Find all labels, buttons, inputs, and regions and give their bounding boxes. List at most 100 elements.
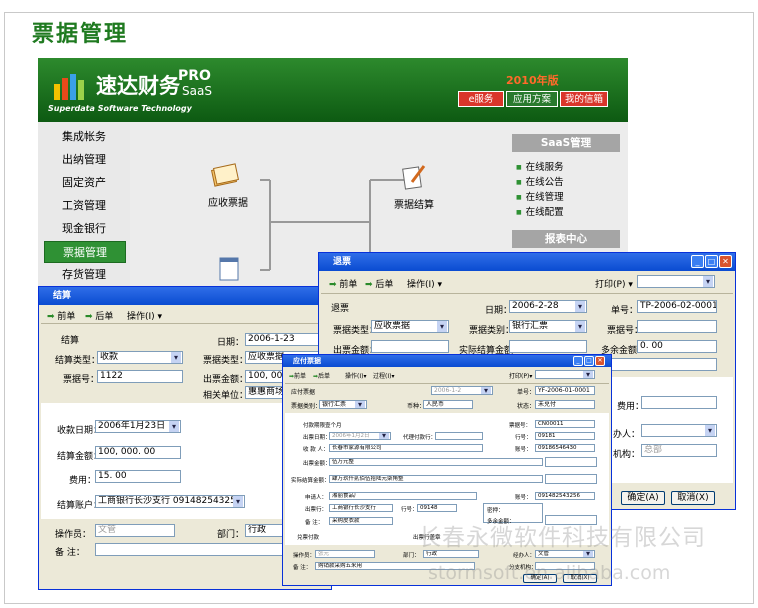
- payable-bank-input[interactable]: 工商银行长沙支行: [329, 504, 393, 512]
- saas-item-service[interactable]: 在线服务: [516, 159, 564, 173]
- payable-currency-input[interactable]: 人民币: [423, 400, 473, 409]
- minimize-icon[interactable]: _: [691, 255, 704, 268]
- nav-item-ledger[interactable]: 集成帐务: [38, 126, 130, 148]
- nav-item-cash-bank[interactable]: 现金银行: [38, 218, 130, 240]
- return-window-title: 退票: [319, 253, 735, 271]
- nav-item-cashier[interactable]: 出纳管理: [38, 149, 130, 171]
- payable-amount-label: 出票金额：: [303, 461, 331, 467]
- flow-node-settle[interactable]: 票据结算: [394, 196, 434, 211]
- maximize-icon[interactable]: □: [705, 255, 718, 268]
- solutions-button[interactable]: 应用方案: [506, 91, 558, 107]
- payable-window-title: 应付票据: [283, 355, 611, 367]
- return-no-input[interactable]: TP-2006-02-0001: [637, 300, 717, 313]
- payable-account2-input[interactable]: 091482543256: [535, 492, 595, 500]
- return-handler-label: 办人：: [613, 430, 641, 440]
- payable-bank-label: 出票行：: [305, 507, 328, 513]
- settle-next-button[interactable]: ➡ 后单: [85, 309, 113, 322]
- payable-status-input[interactable]: 未兑付: [535, 400, 595, 409]
- nav-item-fixed-assets[interactable]: 固定资产: [38, 172, 130, 194]
- bill-settle-icon[interactable]: [400, 162, 428, 190]
- return-ops-menu[interactable]: 操作(I) ▾: [407, 277, 442, 290]
- return-prev-button[interactable]: ➡ 前单: [329, 277, 357, 290]
- nav-item-bills[interactable]: 票据管理: [44, 241, 126, 263]
- payable-remark-label: 备 注：: [305, 520, 324, 526]
- saas-item-manage[interactable]: 在线管理: [516, 189, 564, 203]
- settle-bill-no-input[interactable]: 1122: [97, 370, 183, 383]
- return-date-input[interactable]: 2006-2-28: [509, 300, 587, 313]
- payable-account2-label: 账号：: [515, 495, 532, 501]
- return-fee-input[interactable]: [641, 396, 717, 409]
- payable-applicant-label: 申请人：: [305, 495, 328, 501]
- return-amount-input[interactable]: [371, 340, 449, 353]
- payable-ops-menu[interactable]: 操作(I)▾: [345, 371, 366, 380]
- payable-process-menu[interactable]: 过程(I)▾: [373, 371, 394, 380]
- payable-maximize-icon[interactable]: □: [584, 356, 594, 366]
- mailbox-button[interactable]: 我的信箱: [560, 91, 608, 107]
- payable-operator-input[interactable]: 张元: [315, 550, 375, 558]
- payable-bill-no-input[interactable]: CN00011: [535, 420, 595, 428]
- payable-prev-button[interactable]: ➡前单: [289, 371, 306, 380]
- saas-item-notice[interactable]: 在线公告: [516, 174, 564, 188]
- payable-next-button[interactable]: ➡后单: [313, 371, 330, 380]
- receivable-bill-icon[interactable]: [210, 162, 240, 188]
- payable-agent-bank-label: 代理付款行：: [403, 435, 437, 441]
- return-bill-no-input[interactable]: [637, 320, 717, 333]
- receive-date-input[interactable]: 2006年1月23日: [95, 420, 181, 433]
- payable-minimize-icon[interactable]: _: [573, 356, 583, 366]
- sidebar-nav: 集成帐务 出纳管理 固定资产 工资管理 现金银行 票据管理 存货管理: [38, 122, 130, 290]
- settle-account-select[interactable]: 工商银行长沙支行 091482543256: [95, 495, 245, 508]
- return-handler-select[interactable]: [641, 424, 717, 437]
- payable-print-select[interactable]: [535, 370, 595, 379]
- settle-fee-input[interactable]: 15. 00: [95, 470, 181, 483]
- payable-account-input[interactable]: 09186546430: [535, 444, 595, 452]
- settle-prev-button[interactable]: ➡ 前单: [47, 309, 75, 322]
- report-center-title[interactable]: 报表中心: [512, 230, 620, 248]
- settle-operator-input[interactable]: 文管: [95, 524, 175, 537]
- payable-row-no-input[interactable]: 09181: [535, 432, 595, 440]
- payable-remark-input[interactable]: 采购皮衣款: [329, 517, 393, 525]
- payable-issue-date-input[interactable]: 2006年1月2日: [329, 432, 391, 440]
- payable-row-no-label: 行号：: [515, 435, 532, 441]
- settle-operator-label: 操作员：: [55, 530, 92, 540]
- edition-label: 2010年版: [506, 74, 559, 87]
- payable-amount-input[interactable]: 伍万元整: [329, 458, 543, 466]
- payable-date-input[interactable]: 2006-1-2: [431, 386, 493, 395]
- return-actual-input[interactable]: [509, 340, 587, 353]
- payable-no-input[interactable]: YF-2006-01-0001: [535, 386, 595, 395]
- settle-unit-label: 相关单位：: [203, 391, 249, 401]
- payable-kind-label: 票据类别：: [291, 403, 322, 410]
- payable-agent-bank-input[interactable]: [435, 432, 483, 440]
- settle-sum-input[interactable]: 100, 000. 00: [95, 446, 181, 459]
- payable-close-icon[interactable]: ✕: [595, 356, 605, 366]
- saas-item-config[interactable]: 在线配置: [516, 204, 564, 218]
- notepad-icon[interactable]: [218, 256, 240, 282]
- nav-item-payroll[interactable]: 工资管理: [38, 195, 130, 217]
- settle-heading: 结算: [61, 336, 80, 346]
- return-date-label: 日期：: [485, 306, 513, 316]
- return-next-button[interactable]: ➡ 后单: [365, 277, 393, 290]
- return-bill-kind-select[interactable]: 银行汇票: [509, 320, 587, 333]
- return-ok-button[interactable]: 确定(A): [621, 491, 665, 505]
- payable-actual-input[interactable]: 肆万玖仟贰佰伍拾陆元柒角整: [329, 475, 543, 483]
- settle-type-label: 结算类型：: [55, 356, 101, 366]
- e-service-button[interactable]: e服务: [458, 91, 504, 107]
- payable-bank-no-input[interactable]: 09148: [417, 504, 457, 512]
- payable-kind-select[interactable]: 银行汇票: [319, 400, 367, 409]
- settle-type-select[interactable]: 收款: [97, 351, 183, 364]
- brand-name: 速达财务: [96, 74, 180, 98]
- return-print-menu[interactable]: 打印(P) ▾: [595, 277, 633, 290]
- return-cancel-button[interactable]: 取消(X): [671, 491, 715, 505]
- flow-node-receivable[interactable]: 应收票据: [208, 194, 248, 209]
- payable-applicant-input[interactable]: 湘丽食品厂: [329, 492, 477, 500]
- return-bill-type-select[interactable]: 应收票据: [371, 320, 449, 333]
- payable-handler-label: 经办人：: [513, 553, 536, 559]
- close-icon[interactable]: ✕: [719, 255, 732, 268]
- return-print-select[interactable]: [637, 275, 715, 288]
- return-org-input[interactable]: 总部: [641, 444, 717, 457]
- return-extra-input[interactable]: 0. 00: [637, 340, 717, 353]
- payable-print-menu[interactable]: 打印(P)▾: [509, 371, 532, 380]
- saas-panel-title: SaaS管理: [512, 134, 620, 152]
- nav-item-inventory[interactable]: 存货管理: [38, 264, 130, 286]
- settle-ops-menu[interactable]: 操作(I) ▾: [127, 309, 162, 322]
- payable-payee-input[interactable]: 长春市家源有限公司: [329, 444, 483, 452]
